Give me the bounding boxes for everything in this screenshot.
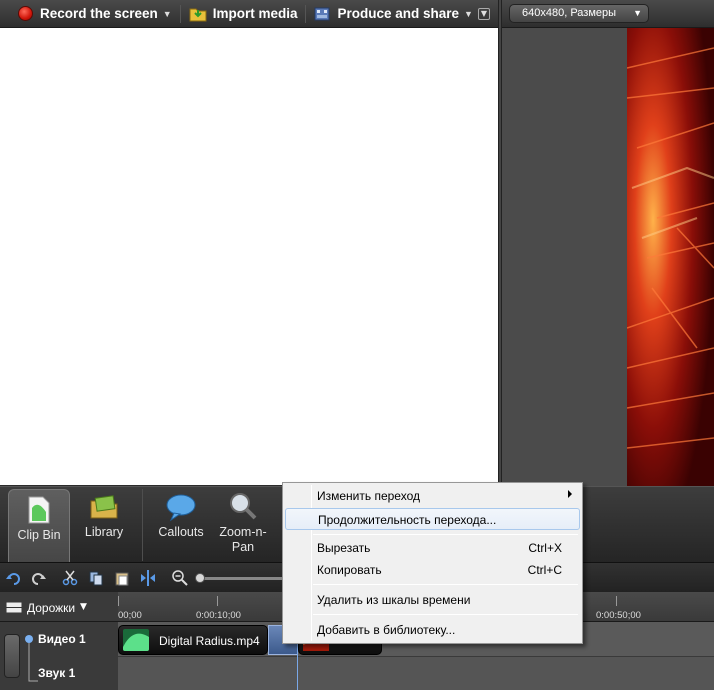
ruler-label: 00;00 — [118, 610, 142, 621]
chevron-down-icon: ▼ — [633, 8, 642, 18]
menu-item-label: Копировать — [317, 563, 382, 577]
record-icon — [18, 6, 33, 21]
context-menu: Изменить переход Продолжительность перех… — [282, 482, 583, 644]
menu-separator — [313, 584, 578, 585]
menu-item-label: Удалить из шкалы времени — [317, 593, 471, 607]
produce-share-button[interactable]: Produce and share ▼ — [308, 0, 478, 28]
menu-item-label: Добавить в библиотеку... — [317, 623, 456, 637]
clip-label: Digital Radius.mp4 — [159, 634, 260, 648]
lock-icon[interactable] — [4, 634, 20, 678]
video-frame — [627, 28, 714, 486]
split-icon[interactable] — [140, 570, 156, 586]
track-name-video: Видео 1 — [38, 632, 86, 646]
menu-item-label: Продолжительность перехода... — [318, 513, 497, 527]
menu-item-copy[interactable]: Копировать Ctrl+C — [285, 559, 580, 581]
film-produce-icon — [314, 7, 330, 20]
tab-library[interactable]: Library — [74, 487, 134, 563]
import-label: Import media — [212, 6, 298, 21]
chevron-down-icon: ▼ — [464, 8, 473, 19]
timeline-clip[interactable]: Digital Radius.mp4 — [118, 625, 268, 655]
tracks-icon — [6, 602, 22, 613]
ruler-tick — [118, 596, 119, 606]
menu-item-remove-from-timeline[interactable]: Удалить из шкалы времени — [285, 589, 580, 611]
tab-callouts[interactable]: Callouts — [150, 487, 212, 563]
ruler-tick — [217, 596, 218, 606]
ruler-label: 0:00:10;00 — [196, 610, 241, 621]
collapse-icon[interactable]: ▼ — [478, 8, 490, 20]
speech-bubble-icon — [166, 494, 196, 522]
chevron-down-icon: ▼ — [80, 602, 87, 612]
undo-icon[interactable] — [6, 570, 22, 586]
preview-size-value: 640x480, Размеры — [522, 7, 617, 19]
audio-track[interactable] — [118, 657, 714, 690]
tab-zoom-n-pan-label: Zoom-n- Pan — [212, 525, 274, 555]
menu-item-shortcut: Ctrl+C — [527, 563, 562, 577]
zoom-slider-track[interactable] — [197, 577, 287, 580]
redo-icon[interactable] — [30, 570, 46, 586]
zoom-out-icon[interactable] — [172, 570, 188, 586]
clip-thumbnail — [123, 629, 149, 651]
folder-import-icon — [189, 8, 207, 21]
zoom-n-pan-line-1: Zoom-n- — [219, 525, 267, 539]
track-name-audio: Звук 1 — [38, 666, 76, 680]
paste-icon[interactable] — [114, 570, 130, 586]
tab-clip-bin[interactable]: Clip Bin — [8, 489, 70, 563]
library-icon — [90, 495, 118, 519]
copy-icon[interactable] — [88, 570, 104, 586]
menu-item-shortcut: Ctrl+X — [528, 541, 562, 555]
clip-bin-panel — [0, 28, 498, 485]
menu-item-transition-duration[interactable]: Продолжительность перехода... — [285, 508, 580, 530]
ruler-tick — [616, 596, 617, 606]
chevron-right-icon — [568, 490, 572, 498]
video-frame-image — [627, 28, 714, 486]
menu-item-label: Вырезать — [317, 541, 371, 555]
track-tree-lines — [25, 635, 38, 682]
track-names: Видео 1 Звук 1 — [0, 622, 118, 690]
tab-clip-bin-label: Clip Bin — [17, 528, 61, 542]
menu-item-label: Изменить переход — [317, 489, 420, 503]
record-screen-button[interactable]: Record the screen ▼ — [0, 0, 178, 28]
menu-item-cut[interactable]: Вырезать Ctrl+X — [285, 537, 580, 559]
clip-bin-icon — [28, 496, 50, 524]
main-toolbar: Record the screen ▼ Import media Produce… — [0, 0, 498, 28]
zoom-slider-thumb[interactable] — [195, 573, 205, 583]
menu-item-change-transition[interactable]: Изменить переход — [285, 485, 580, 507]
toolbar-separator — [305, 4, 307, 23]
magnifier-icon — [230, 493, 257, 520]
menu-item-add-to-library[interactable]: Добавить в библиотеку... — [285, 619, 580, 641]
toolbar-separator — [179, 4, 181, 23]
preview-size-select[interactable]: 640x480, Размеры ▼ — [509, 4, 649, 23]
zoom-n-pan-line-2: Pan — [231, 540, 255, 554]
chevron-down-icon: ▼ — [162, 8, 172, 19]
cut-icon[interactable] — [62, 570, 78, 586]
tab-zoom-n-pan[interactable]: Zoom-n- Pan — [212, 487, 274, 563]
tracks-label: Дорожки — [27, 601, 76, 615]
record-label: Record the screen — [40, 6, 158, 21]
produce-label: Produce and share — [337, 6, 460, 21]
tools-separator — [142, 489, 143, 561]
menu-separator — [313, 534, 578, 535]
import-media-button[interactable]: Import media — [183, 0, 304, 28]
ruler-label: 0:00:50;00 — [596, 610, 641, 621]
tab-library-label: Library — [84, 525, 124, 539]
tracks-header[interactable]: Дорожки ▼ — [0, 592, 118, 622]
preview-toolbar: 640x480, Размеры ▼ — [502, 0, 714, 28]
preview-canvas — [502, 28, 714, 486]
tab-callouts-label: Callouts — [158, 525, 204, 539]
menu-separator — [313, 614, 578, 615]
